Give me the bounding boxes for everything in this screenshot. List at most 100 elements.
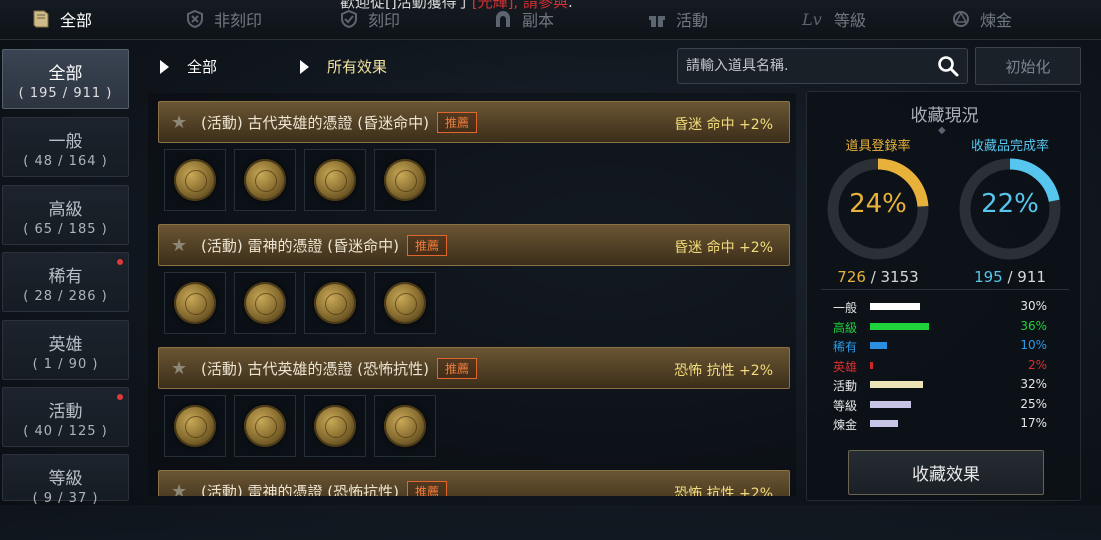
grade-row: 活動 32% bbox=[833, 375, 1073, 395]
grade-label: 一般 bbox=[833, 301, 858, 315]
grade-label: 等級 bbox=[833, 398, 858, 413]
tab-level[interactable]: Lv 等級 bbox=[798, 4, 866, 34]
recommended-badge: 推薦 bbox=[406, 234, 447, 256]
category-common[interactable]: 一般 ( 48 / 164 ) bbox=[2, 117, 129, 177]
top-tab-bar: 歡迎從[]活動獲得了[光輝], 請參與. 全部 非刻印 刻印 副本 活動 Lv … bbox=[0, 0, 1101, 40]
search-icon[interactable] bbox=[937, 55, 959, 81]
registration-rate-label: 道具登錄率 bbox=[845, 139, 911, 154]
item-slot[interactable] bbox=[234, 272, 296, 334]
item-slot[interactable] bbox=[304, 149, 366, 211]
tab-alchemy[interactable]: 煉金 bbox=[950, 4, 1012, 34]
reset-button[interactable]: 初始化 bbox=[975, 47, 1081, 85]
gift-icon bbox=[646, 8, 668, 30]
grade-bar bbox=[870, 303, 920, 310]
star-icon[interactable]: ★ bbox=[171, 358, 193, 379]
grade-percent: 30% bbox=[1020, 299, 1047, 313]
item-slot[interactable] bbox=[374, 149, 436, 211]
grade-label: 高級 bbox=[833, 320, 858, 335]
collection-header[interactable]: ★ (活動) 古代英雄的憑證 (昏迷命中) 推薦 昏迷 命中 +2% bbox=[158, 101, 790, 143]
star-icon[interactable]: ★ bbox=[171, 112, 193, 133]
tab-non-engraved[interactable]: 非刻印 bbox=[184, 4, 262, 34]
grade-row: 煉金 17% bbox=[833, 414, 1073, 434]
collection-list: ★ (活動) 古代英雄的憑證 (昏迷命中) 推薦 昏迷 命中 +2% ★ (活動… bbox=[148, 93, 796, 496]
effect-filter[interactable]: 所有效果 bbox=[300, 56, 387, 77]
grade-bar bbox=[870, 342, 887, 349]
category-advanced[interactable]: 高級 ( 65 / 185 ) bbox=[2, 185, 129, 245]
category-filter[interactable]: 全部 bbox=[160, 56, 217, 77]
coin-icon bbox=[174, 159, 216, 201]
collection-effect-button[interactable]: 收藏效果 bbox=[848, 450, 1044, 495]
coin-icon bbox=[244, 282, 286, 324]
search-box bbox=[677, 48, 968, 84]
grade-bar bbox=[870, 400, 911, 408]
tab-dungeon[interactable]: 副本 bbox=[492, 4, 554, 34]
grade-row: 英雄 2% bbox=[833, 356, 1073, 376]
category-event[interactable]: 活動 ( 40 / 125 ) bbox=[2, 387, 129, 447]
effect-text: 昏迷 命中 +2% bbox=[674, 240, 773, 256]
bottom-edge bbox=[0, 505, 1101, 540]
panel-title: 收藏現況 bbox=[910, 106, 979, 126]
divider-ornament-icon: ◆ bbox=[938, 125, 946, 136]
divider bbox=[821, 289, 1069, 290]
category-all[interactable]: 全部 ( 195 / 911 ) bbox=[2, 49, 129, 109]
category-level[interactable]: 等級 ( 9 / 37 ) bbox=[2, 454, 129, 506]
item-slot[interactable] bbox=[164, 395, 226, 457]
effect-text: 恐怖 抗性 +2% bbox=[674, 486, 773, 496]
item-slots bbox=[164, 149, 436, 211]
grade-percent: 2% bbox=[1027, 357, 1047, 372]
notification-dot bbox=[117, 394, 123, 400]
recommended-badge: 推薦 bbox=[436, 111, 477, 133]
shield-x-icon bbox=[184, 8, 206, 30]
grade-bar bbox=[870, 381, 923, 388]
coin-icon bbox=[314, 282, 356, 324]
recommended-badge: 推薦 bbox=[406, 480, 447, 496]
collection-status-panel: 收藏現況 ◆ 道具登錄率 24% 726 / 3153 收藏品完成率 22% 1… bbox=[806, 91, 1081, 501]
category-hero[interactable]: 英雄 ( 1 / 90 ) bbox=[2, 320, 129, 380]
item-slots bbox=[164, 395, 436, 457]
effect-text: 恐怖 抗性 +2% bbox=[674, 363, 773, 379]
item-slot[interactable] bbox=[304, 395, 366, 457]
tab-engraved[interactable]: 刻印 bbox=[338, 4, 400, 34]
coin-icon bbox=[314, 159, 356, 201]
grade-bar bbox=[870, 322, 929, 330]
grade-percent: 36% bbox=[1020, 318, 1047, 333]
grade-bar bbox=[870, 420, 898, 427]
item-slot[interactable] bbox=[234, 149, 296, 211]
completion-rate-label: 收藏品完成率 bbox=[970, 139, 1049, 154]
coin-icon bbox=[174, 282, 216, 324]
item-slot[interactable] bbox=[164, 272, 226, 334]
item-slot[interactable] bbox=[164, 149, 226, 211]
item-slot[interactable] bbox=[374, 395, 436, 457]
collection-header[interactable]: ★ (活動) 雷神的憑證 (恐怖抗性) 推薦 恐怖 抗性 +2% bbox=[158, 470, 790, 496]
grade-label: 稀有 bbox=[833, 340, 858, 354]
tab-event[interactable]: 活動 bbox=[646, 4, 708, 34]
completion-percent: 22% bbox=[981, 189, 1039, 219]
coin-icon bbox=[174, 405, 216, 447]
grade-row: 稀有 10% bbox=[833, 336, 1073, 356]
collection-header[interactable]: ★ (活動) 雷神的憑證 (昏迷命中) 推薦 昏迷 命中 +2% bbox=[158, 224, 790, 266]
effect-text: 昏迷 命中 +2% bbox=[674, 117, 773, 133]
coin-icon bbox=[384, 405, 426, 447]
coin-icon bbox=[314, 405, 356, 447]
grade-percent: 32% bbox=[1020, 377, 1047, 391]
item-slot[interactable] bbox=[304, 272, 366, 334]
grade-row: 高級 36% bbox=[833, 317, 1073, 337]
coin-icon bbox=[384, 282, 426, 324]
grade-percent: 17% bbox=[1020, 416, 1047, 430]
item-slots bbox=[164, 272, 436, 334]
search-input[interactable] bbox=[686, 58, 926, 74]
coin-icon bbox=[244, 405, 286, 447]
item-slot[interactable] bbox=[374, 272, 436, 334]
grade-label: 煉金 bbox=[833, 418, 858, 432]
shield-check-icon bbox=[338, 8, 360, 30]
item-slot[interactable] bbox=[234, 395, 296, 457]
grade-percent: 25% bbox=[1020, 396, 1047, 411]
completion-count: 195 / 911 bbox=[974, 268, 1046, 286]
star-icon[interactable]: ★ bbox=[171, 481, 193, 497]
tab-all[interactable]: 全部 bbox=[30, 4, 92, 34]
category-rare[interactable]: 稀有 ( 28 / 286 ) bbox=[2, 252, 129, 312]
collection-header[interactable]: ★ (活動) 古代英雄的憑證 (恐怖抗性) 推薦 恐怖 抗性 +2% bbox=[158, 347, 790, 389]
grade-label: 英雄 bbox=[833, 359, 858, 374]
star-icon[interactable]: ★ bbox=[171, 235, 193, 256]
play-arrow-icon bbox=[160, 59, 169, 74]
